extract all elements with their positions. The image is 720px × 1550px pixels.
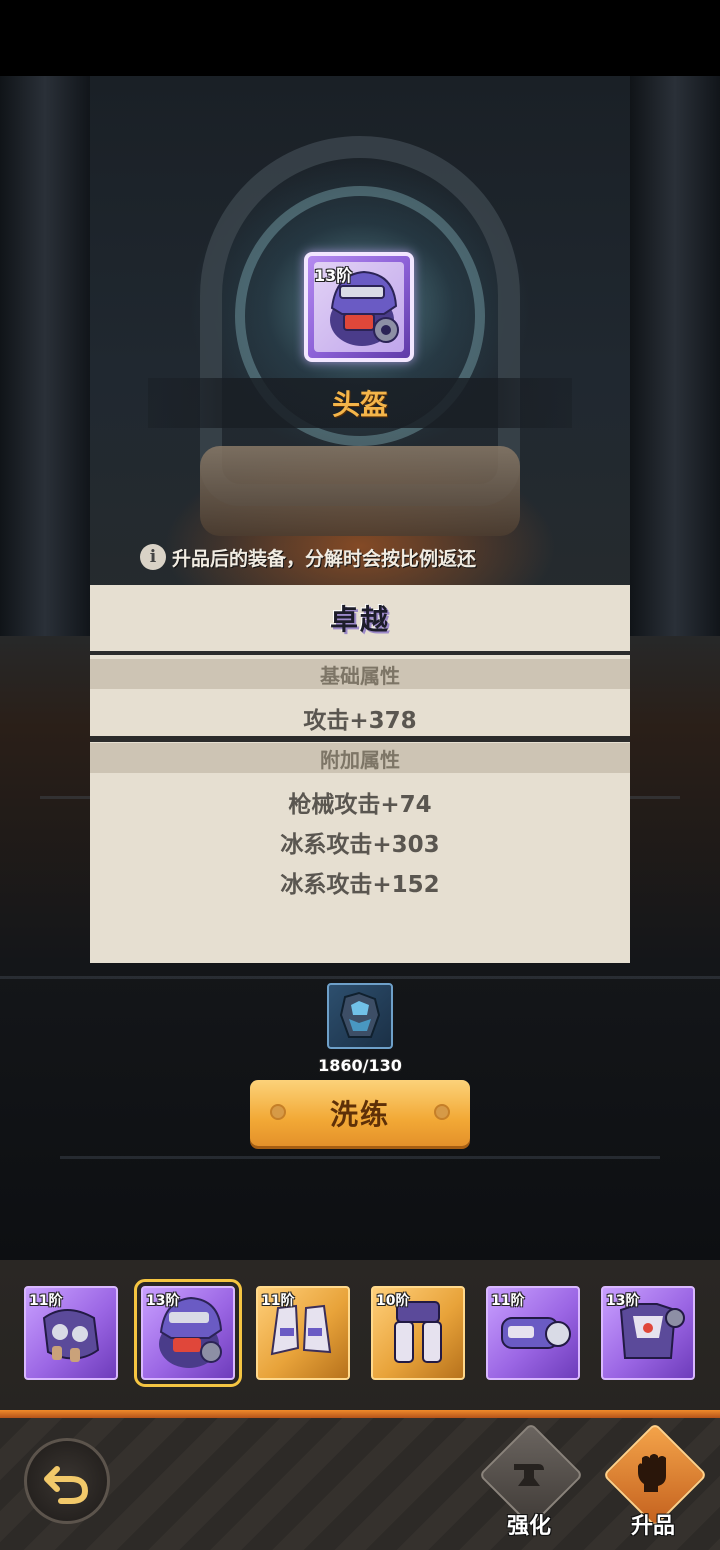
hint-text: 升品后的装备，分解时会按比例返还 — [172, 547, 477, 570]
back-button[interactable] — [24, 1438, 110, 1524]
base-attribute-value: 攻击+378 — [303, 708, 417, 734]
quality-label: 卓越 — [329, 603, 390, 636]
crystal-armor-icon — [339, 991, 381, 1038]
tier-label: 11阶 — [491, 1293, 525, 1309]
enhance-tab-label: 强化 — [506, 1514, 551, 1539]
footer-divider — [0, 1410, 720, 1418]
refine-button-label: 洗练 — [329, 1098, 390, 1131]
extra-attribute-value: 冰系攻击+152 — [280, 872, 440, 898]
equipment-preview[interactable]: 13阶 — [304, 252, 414, 362]
tier-label: 11阶 — [261, 1293, 295, 1309]
base-attributes-label: 基础属性 — [320, 663, 400, 688]
equipment-name-bar: 头盔 — [148, 378, 572, 428]
equipment-slot-leg-armor[interactable]: 10阶 — [371, 1286, 465, 1380]
attribute-panel: 卓越 基础属性 攻击+378 附加属性 枪械攻击+74 冰系攻击+303 冰系攻… — [90, 585, 630, 963]
equipment-slot-boots[interactable]: 11阶 — [256, 1286, 350, 1380]
extra-attributes-header: 附加属性 — [90, 743, 630, 773]
upgrade-hint: i 升品后的装备，分解时会按比例返还 — [140, 540, 560, 574]
tier-label: 13阶 — [606, 1293, 640, 1309]
upgrade-tab-label: 升品 — [630, 1514, 675, 1539]
enhance-tab[interactable]: 强化 — [474, 1422, 584, 1542]
undo-arrow-icon — [44, 1466, 89, 1504]
extra-attribute-value: 冰系攻击+303 — [280, 832, 440, 858]
equipment-name: 头盔 — [331, 388, 388, 421]
tier-label: 13阶 — [146, 1293, 180, 1309]
quality-title: 卓越 — [90, 585, 630, 655]
equipment-slots: 11阶 13阶 11阶 10阶 11阶 13阶 — [0, 1278, 720, 1390]
status-bar — [0, 0, 720, 76]
base-attributes-header: 基础属性 — [90, 659, 630, 689]
tier-label: 11阶 — [29, 1293, 63, 1309]
refine-material[interactable] — [327, 983, 393, 1049]
extra-attribute-value: 枪械攻击+74 — [288, 792, 432, 818]
equipment-slot-gauntlet[interactable]: 11阶 — [24, 1286, 118, 1380]
refine-button[interactable]: 洗练 — [250, 1080, 470, 1146]
button-ornament — [270, 1104, 286, 1120]
equipment-slot-helmet[interactable]: 13阶 — [134, 1279, 242, 1387]
anvil-icon — [514, 1464, 544, 1486]
extra-attributes-label: 附加属性 — [320, 747, 400, 772]
tier-label: 10阶 — [376, 1293, 410, 1309]
info-icon[interactable]: i — [140, 544, 166, 570]
material-count: 1860/130 — [318, 1056, 402, 1075]
upgrade-tab[interactable]: 升品 — [598, 1422, 708, 1542]
panel-divider — [90, 736, 630, 742]
equipment-slot-chest-armor[interactable]: 13阶 — [601, 1286, 695, 1380]
equipment-slot-arm-cannon[interactable]: 11阶 — [486, 1286, 580, 1380]
button-ornament — [434, 1104, 450, 1120]
tier-label: 13阶 — [314, 266, 353, 285]
fist-icon — [638, 1454, 666, 1492]
